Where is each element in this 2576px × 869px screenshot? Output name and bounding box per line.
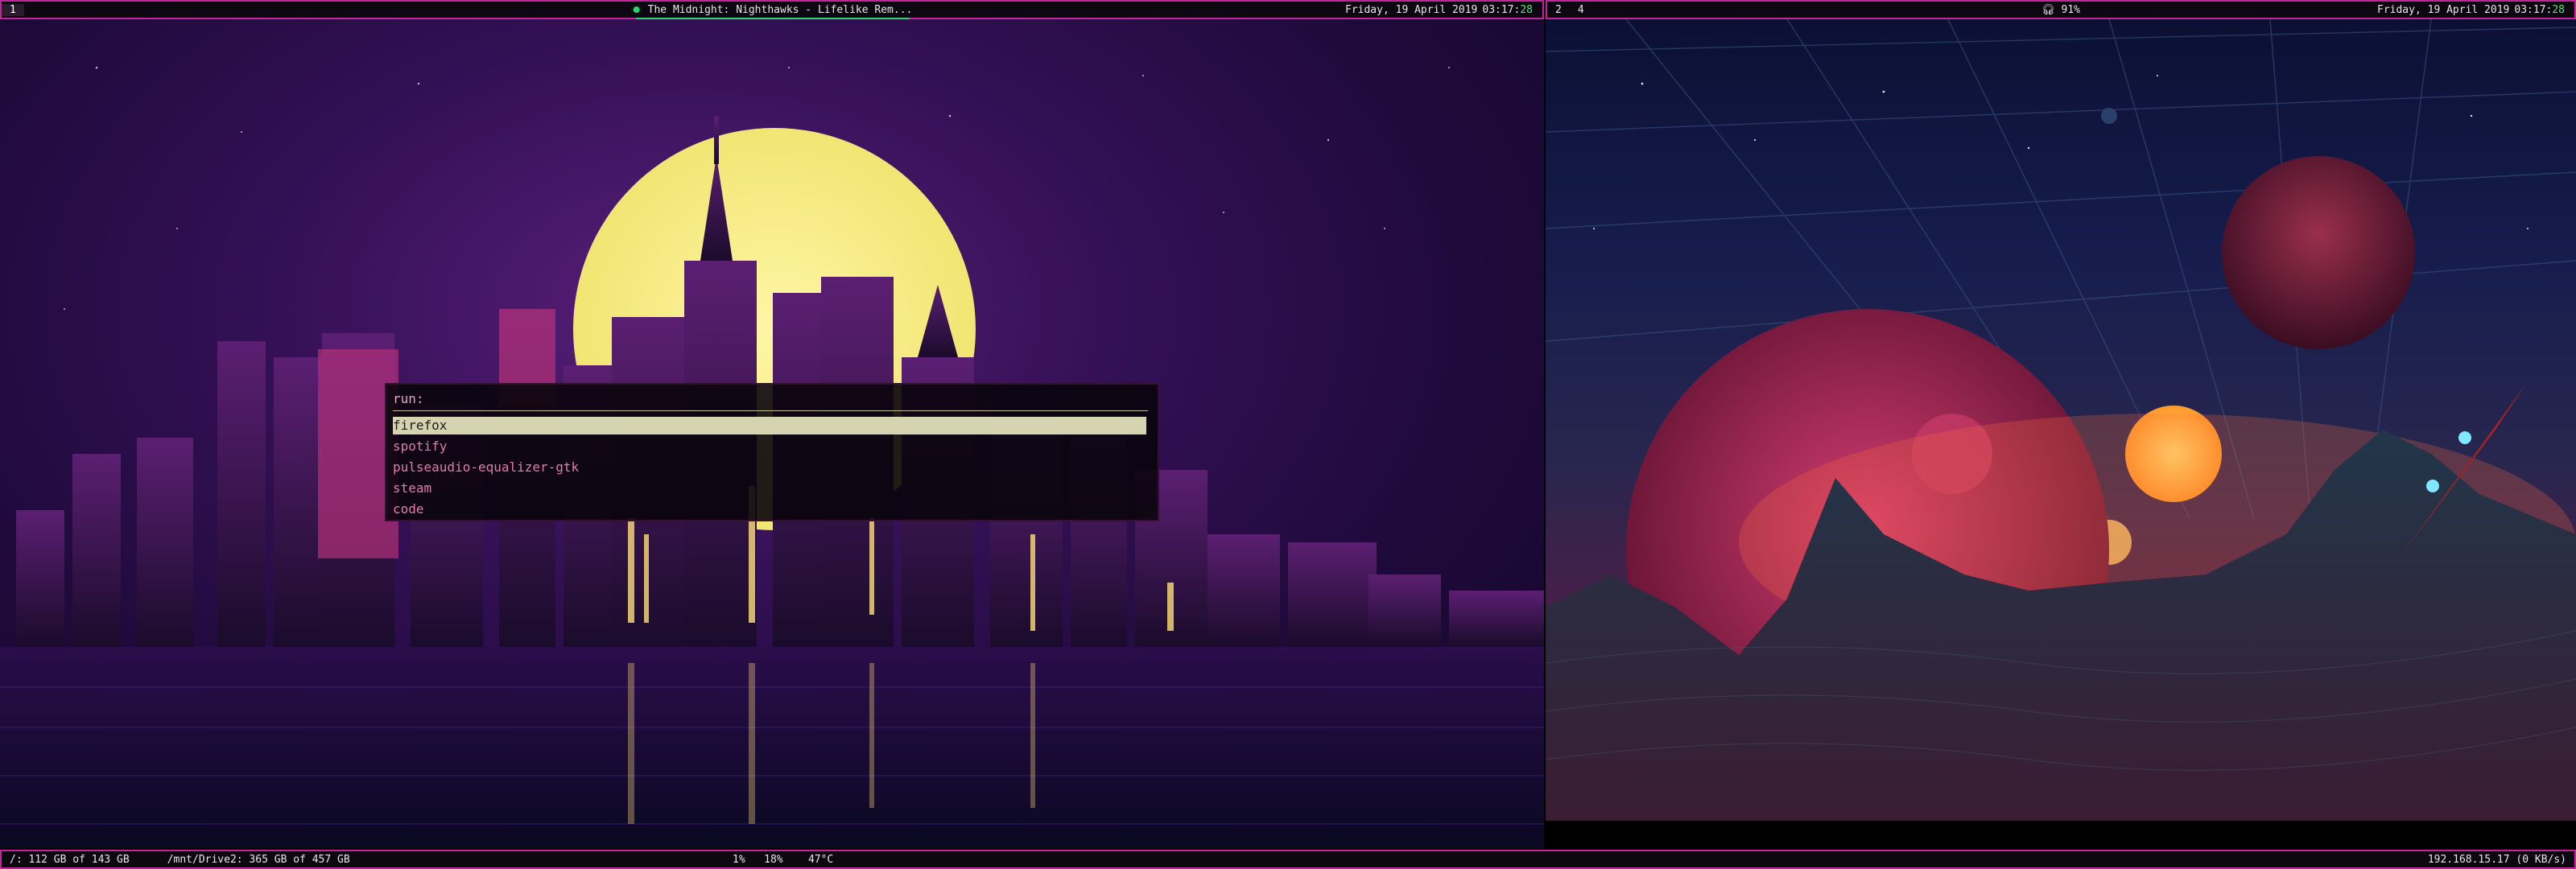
green-dot-icon [631, 5, 642, 14]
disk-root: /: 112 GB of 143 GB [10, 853, 130, 866]
left-clock: Friday, 19 April 2019 03:17:28 [1345, 4, 1533, 16]
disk-usage: /: 112 GB of 143 GB /mnt/Drive2: 365 GB … [10, 854, 350, 866]
run-input-underline [393, 410, 1148, 411]
left-wallpaper: run: firefox spotify pulseaudio-equalize… [0, 19, 1544, 848]
run-item-pulseaudio[interactable]: pulseaudio-equalizer-gtk [393, 459, 1146, 476]
run-prompt: run: [393, 391, 424, 406]
run-item-code[interactable]: code [393, 500, 1146, 518]
right-time: 03:17: [2514, 3, 2553, 16]
now-playing[interactable]: The Midnight: Nighthawks - Lifelike Rem.… [631, 3, 913, 16]
network-status: 192.168.15.17 (0 KB/s) [2427, 853, 2566, 866]
right-wallpaper [1546, 19, 2576, 821]
volume-indicator[interactable]: 🎧︎ 91% [2041, 4, 2080, 16]
space-landscape-illustration [1546, 19, 2576, 821]
workspace-4[interactable]: 4 [1570, 4, 1592, 16]
disk-drive2: /mnt/Drive2: 365 GB of 457 GB [167, 853, 350, 866]
left-date: Friday, 19 April 2019 [1345, 3, 1478, 16]
run-launcher-menu[interactable]: run: firefox spotify pulseaudio-equalize… [385, 383, 1159, 521]
run-item-spotify[interactable]: spotify [393, 438, 1146, 455]
left-time: 03:17: [1482, 3, 1521, 16]
workspace-2[interactable]: 2 [1547, 4, 1570, 16]
cpu-usage: 1% [733, 853, 745, 866]
headphones-icon: 🎧︎ [2041, 3, 2055, 16]
right-date: Friday, 19 April 2019 [2377, 3, 2510, 16]
right-bottom-black-area [1546, 821, 2576, 850]
now-playing-title: The Midnight: Nighthawks - Lifelike Rem.… [647, 3, 913, 16]
bottom-status-bar: /: 112 GB of 143 GB /mnt/Drive2: 365 GB … [0, 850, 2576, 869]
right-clock: Friday, 19 April 2019 03:17:28 [2377, 4, 2565, 16]
right-seconds: 28 [2552, 3, 2565, 16]
run-item-steam[interactable]: steam [393, 480, 1146, 497]
mem-usage: 18% [764, 853, 783, 866]
left-seconds: 28 [1520, 3, 1533, 16]
system-stats: 1% 18% 47°C [733, 854, 833, 866]
left-top-bar: 1 The Midnight: Nighthawks - Lifelike Re… [0, 0, 1544, 19]
workspace-1[interactable]: 1 [2, 3, 24, 16]
run-item-firefox[interactable]: firefox [393, 417, 1146, 434]
temperature: 47°C [807, 853, 834, 866]
now-playing-underline [636, 18, 910, 19]
volume-value: 91% [2061, 3, 2080, 16]
right-top-bar: 2 4 🎧︎ 91% Friday, 19 April 2019 03:17:2… [1546, 0, 2576, 19]
